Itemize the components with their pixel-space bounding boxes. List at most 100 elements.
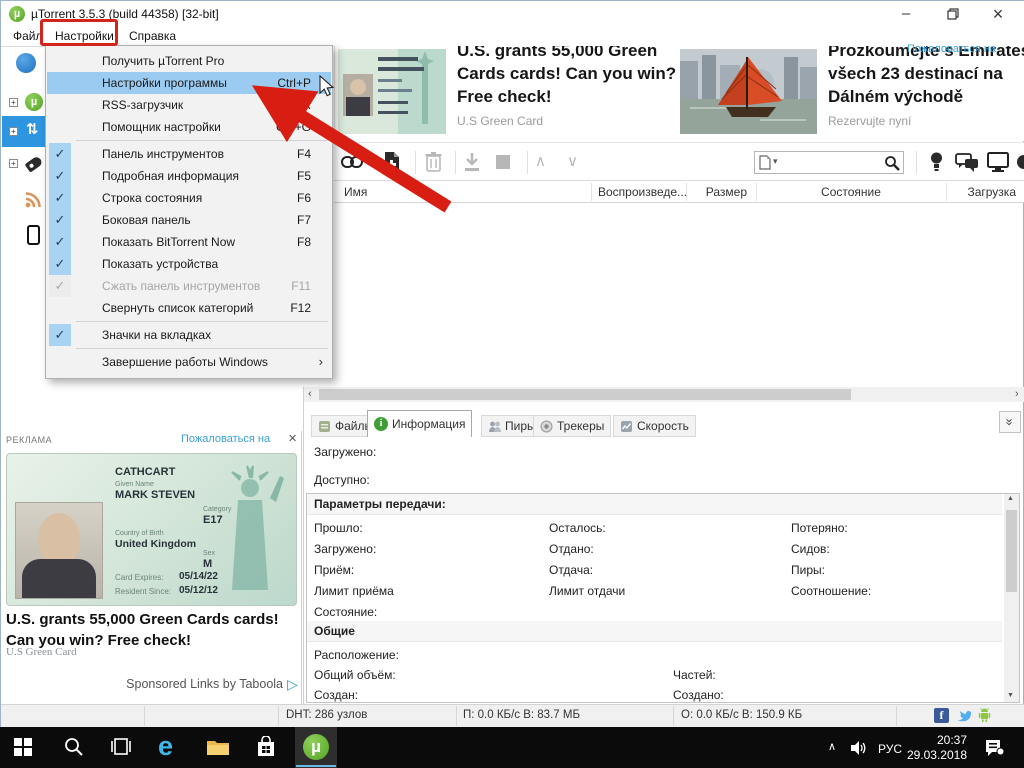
- menu-item-tab-icons[interactable]: ✓Значки на вкладках: [47, 324, 331, 346]
- remote-lightbulb-icon[interactable]: [930, 152, 943, 172]
- search-filter-caret-icon[interactable]: ▾: [773, 156, 778, 167]
- divider: [673, 706, 674, 726]
- scrollbar-thumb[interactable]: [319, 389, 851, 400]
- title-bar[interactable]: µ µTorrent 3.5.3 (build 44358) [32-bit] …: [1, 1, 1024, 27]
- expander-plus-icon[interactable]: +: [9, 98, 18, 107]
- report-ad-link[interactable]: Пожаловаться на: [181, 433, 270, 445]
- start-download-button[interactable]: [463, 152, 481, 172]
- menu-item-sidebar[interactable]: ✓Боковая панельF7: [47, 209, 331, 231]
- store-icon[interactable]: [256, 736, 276, 758]
- divider: [278, 706, 279, 726]
- ad-source[interactable]: U.S Green Card: [457, 114, 543, 128]
- add-link-button[interactable]: [341, 153, 363, 171]
- close-button[interactable]: ×: [981, 1, 1015, 27]
- close-ad-icon[interactable]: ✕: [288, 432, 297, 445]
- up-speed-label: Отдача:: [549, 563, 593, 577]
- remove-button[interactable]: [425, 152, 442, 172]
- twitter-icon[interactable]: [956, 708, 971, 723]
- files-icon: [318, 420, 331, 433]
- taskbar-utorrent-icon[interactable]: µ: [303, 734, 329, 760]
- down-limit-label: Лимит приёма: [314, 584, 394, 598]
- annotation-red-box: [40, 19, 118, 46]
- task-view-button[interactable]: [110, 738, 132, 755]
- menu-item-detailed-info[interactable]: ✓Подробная информацияF5: [47, 165, 331, 187]
- notification-center-icon[interactable]: [984, 738, 1004, 757]
- torrents-icon[interactable]: µ: [25, 93, 43, 111]
- menu-item-rss[interactable]: RSS-загрузчикCtrl+R: [47, 94, 331, 116]
- taboola-link[interactable]: Sponsored Links by Taboola: [1, 677, 283, 691]
- info-panel: [306, 493, 1020, 703]
- android-icon[interactable]: [977, 708, 992, 723]
- search-icon[interactable]: [884, 155, 900, 171]
- expander-plus-icon[interactable]: +: [9, 159, 18, 168]
- info-icon: i: [374, 417, 388, 431]
- column-download[interactable]: Загрузка: [946, 185, 1016, 199]
- add-torrent-button[interactable]: [383, 151, 401, 172]
- stop-button[interactable]: [495, 154, 511, 170]
- dht-status: DHT: 286 узлов: [286, 709, 367, 721]
- facebook-icon[interactable]: f: [934, 708, 949, 723]
- tab-overflow-button[interactable]: »: [999, 411, 1021, 433]
- move-down-button[interactable]: ∨: [567, 152, 578, 170]
- ad-headline[interactable]: U.S. grants 55,000 Green Cards cards! Ca…: [6, 609, 298, 651]
- chat-icon[interactable]: [955, 153, 979, 172]
- settings-partial-icon[interactable]: [1015, 152, 1024, 172]
- menu-item-get-pro[interactable]: Получить µTorrent Pro: [47, 50, 331, 72]
- downloading-icon[interactable]: ⇅: [26, 120, 39, 138]
- column-size[interactable]: Размер: [691, 185, 747, 199]
- search-input[interactable]: [785, 153, 873, 172]
- expander-plus-icon[interactable]: +: [9, 127, 18, 136]
- column-name[interactable]: Имя: [344, 185, 367, 199]
- scroll-right-icon[interactable]: ›: [1015, 387, 1019, 402]
- menu-item-show-devices[interactable]: ✓Показать устройства: [47, 253, 331, 275]
- ad-photo: [15, 502, 103, 599]
- taskbar-search-icon[interactable]: [64, 737, 83, 756]
- column-status[interactable]: Состояние: [756, 185, 946, 199]
- card-expires-label: Card Expires:: [115, 573, 163, 582]
- tab-trackers[interactable]: Трекеры: [533, 415, 611, 437]
- devices-phone-icon[interactable]: [27, 225, 40, 245]
- bittorrent-now-icon[interactable]: [16, 53, 36, 73]
- report-ad-link[interactable]: Пожаловаться на: [907, 43, 996, 55]
- restore-button[interactable]: [936, 1, 970, 27]
- menu-item-collapse-categories[interactable]: Свернуть список категорийF12: [47, 297, 331, 319]
- scroll-up-icon[interactable]: ▲: [1007, 495, 1014, 502]
- menu-item-toolbar[interactable]: ✓Панель инструментовF4: [47, 143, 331, 165]
- card-category: E17: [203, 514, 223, 526]
- tray-expand-icon[interactable]: ∧: [828, 740, 836, 753]
- menu-item-shutdown-windows[interactable]: Завершение работы Windows›: [47, 351, 331, 373]
- language-indicator[interactable]: РУС: [878, 742, 902, 756]
- ad-image-greencard-large[interactable]: CATHCART Given Name MARK STEVEN Category…: [6, 453, 297, 606]
- ad-source[interactable]: Rezervujte nyní: [828, 114, 911, 128]
- minimize-button[interactable]: –: [889, 1, 923, 27]
- status-label: Состояние:: [314, 605, 377, 619]
- menu-help[interactable]: Справка: [125, 28, 180, 44]
- menu-item-status-bar[interactable]: ✓Строка состоянияF6: [47, 187, 331, 209]
- scroll-left-icon[interactable]: ‹: [308, 387, 312, 402]
- rss-feeds-icon[interactable]: [24, 191, 42, 209]
- ad-headline[interactable]: Prozkoumejte s Emirates všech 23 destina…: [828, 46, 1024, 108]
- column-playback[interactable]: Воспроизведе...: [598, 185, 687, 199]
- tab-information[interactable]: i Информация: [367, 410, 472, 437]
- trackers-icon: [540, 420, 553, 433]
- menu-item-setup-guide[interactable]: Помощник настройкиCtrl+G: [47, 116, 331, 138]
- tab-speed[interactable]: Скорость: [613, 415, 696, 437]
- settings-dropdown-menu: Получить µTorrent Pro Настройки программ…: [45, 45, 333, 379]
- start-button[interactable]: [14, 738, 32, 756]
- edge-browser-icon[interactable]: e: [158, 731, 173, 762]
- ad-headline[interactable]: U.S. grants 55,000 Green Cards cards! Ca…: [457, 46, 697, 108]
- volume-icon[interactable]: [850, 740, 868, 756]
- menu-item-preferences[interactable]: Настройки программыCtrl+P: [47, 72, 331, 94]
- move-up-button[interactable]: ∧: [535, 152, 546, 170]
- file-explorer-icon[interactable]: [206, 738, 230, 757]
- devices-monitor-icon[interactable]: [987, 152, 1009, 172]
- ad-image-greencard[interactable]: [338, 49, 446, 134]
- search-filter-icon[interactable]: [759, 155, 771, 170]
- scroll-down-icon[interactable]: ▼: [1007, 692, 1014, 699]
- ad-image-boat[interactable]: [680, 49, 817, 134]
- menu-item-bittorrent-now[interactable]: ✓Показать BitTorrent NowF8: [47, 231, 331, 253]
- labels-tag-icon[interactable]: [25, 155, 44, 172]
- clock[interactable]: 20:37 29.03.2018: [905, 733, 967, 763]
- scrollbar-thumb[interactable]: [1006, 510, 1017, 592]
- checkmark-icon: ✓: [49, 209, 71, 231]
